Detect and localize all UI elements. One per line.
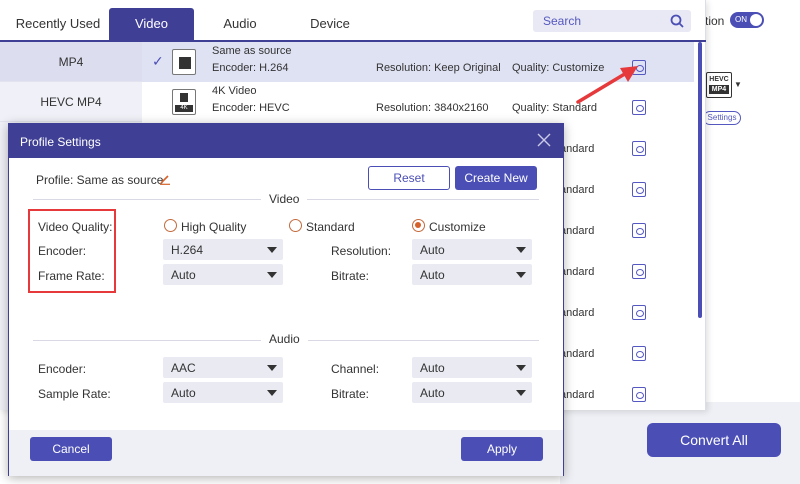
settings-button[interactable]: Settings bbox=[703, 111, 741, 125]
output-format-bottom: MP4 bbox=[709, 85, 729, 94]
profile-scrollbar[interactable] bbox=[698, 42, 702, 318]
4k-video-icon: 4K bbox=[172, 89, 196, 115]
chevron-down-icon bbox=[516, 390, 526, 396]
video-encoder-select[interactable]: H.264 bbox=[163, 239, 283, 260]
profile-name-label: Profile: Same as source bbox=[36, 173, 164, 187]
dialog-header: Profile Settings bbox=[9, 124, 563, 158]
format-item-hevc-mp4[interactable]: HEVC MP4 bbox=[0, 82, 142, 122]
profile-settings-icon[interactable] bbox=[632, 387, 646, 402]
chevron-down-icon bbox=[267, 272, 277, 278]
profile-settings-icon[interactable] bbox=[632, 346, 646, 361]
chevron-down-icon bbox=[516, 272, 526, 278]
toggle-label: tion bbox=[705, 14, 725, 28]
check-icon: ✓ bbox=[152, 53, 164, 69]
profile-settings-icon[interactable] bbox=[632, 223, 646, 238]
radio-high-quality[interactable] bbox=[164, 219, 177, 232]
channel-select[interactable]: Auto bbox=[412, 357, 532, 378]
profile-name: Same as source bbox=[212, 45, 292, 57]
resolution-label: Resolution: bbox=[331, 244, 392, 258]
profile-resolution: Resolution: 3840x2160 bbox=[376, 102, 489, 114]
format-dropdown-icon[interactable]: ▼ bbox=[734, 80, 742, 89]
chevron-down-icon bbox=[267, 247, 277, 253]
profile-encoder: Encoder: HEVC bbox=[212, 102, 290, 114]
channel-label: Channel: bbox=[331, 362, 380, 376]
convert-all-button[interactable]: Convert All bbox=[647, 423, 781, 457]
dialog-title: Profile Settings bbox=[20, 135, 101, 149]
audio-bitrate-label: Bitrate: bbox=[331, 387, 370, 401]
frame-rate-select[interactable]: Auto bbox=[163, 264, 283, 285]
annotation-arrow-icon bbox=[576, 66, 638, 104]
audio-bitrate-select[interactable]: Auto bbox=[412, 382, 532, 403]
audio-encoder-value: AAC bbox=[171, 361, 196, 375]
profile-encoder: Encoder: H.264 bbox=[212, 62, 289, 74]
sample-rate-select[interactable]: Auto bbox=[163, 382, 283, 403]
radio-standard-label[interactable]: Standard bbox=[306, 220, 355, 234]
audio-encoder-select[interactable]: AAC bbox=[163, 357, 283, 378]
create-new-button[interactable]: Create New bbox=[455, 166, 537, 190]
profile-settings-icon[interactable] bbox=[632, 182, 646, 197]
cancel-button[interactable]: Cancel bbox=[30, 437, 112, 461]
sample-rate-label: Sample Rate: bbox=[38, 387, 111, 401]
chevron-down-icon bbox=[516, 365, 526, 371]
output-format-icon[interactable]: HEVC MP4 bbox=[706, 72, 732, 98]
radio-customize[interactable] bbox=[412, 219, 425, 232]
video-bitrate-label: Bitrate: bbox=[331, 269, 370, 283]
resolution-value: Auto bbox=[420, 243, 445, 257]
pencil-icon[interactable] bbox=[159, 173, 171, 185]
format-item-mp4[interactable]: MP4 bbox=[0, 42, 142, 82]
video-file-icon bbox=[172, 49, 196, 75]
output-format-top: HEVC bbox=[709, 76, 729, 83]
tab-audio[interactable]: Audio bbox=[200, 8, 280, 40]
sample-rate-value: Auto bbox=[171, 386, 196, 400]
channel-value: Auto bbox=[420, 361, 445, 375]
radio-customize-label[interactable]: Customize bbox=[429, 220, 486, 234]
profile-name: 4K Video bbox=[212, 85, 257, 97]
profile-settings-icon[interactable] bbox=[632, 141, 646, 156]
toggle-state: ON bbox=[735, 15, 747, 24]
tab-recently-used[interactable]: Recently Used bbox=[8, 8, 108, 40]
radio-standard[interactable] bbox=[289, 219, 302, 232]
audio-bitrate-value: Auto bbox=[420, 386, 445, 400]
4k-label: 4K bbox=[175, 105, 193, 112]
on-off-toggle[interactable]: ON bbox=[730, 12, 764, 28]
highlight-annotation bbox=[28, 209, 116, 293]
search-input[interactable]: Search bbox=[533, 10, 691, 32]
video-bitrate-select[interactable]: Auto bbox=[412, 264, 532, 285]
audio-section-title: Audio bbox=[261, 332, 308, 346]
profile-resolution: Resolution: Keep Original bbox=[376, 62, 501, 74]
profile-settings-icon[interactable] bbox=[632, 264, 646, 279]
audio-encoder-label: Encoder: bbox=[38, 362, 87, 376]
resolution-select[interactable]: Auto bbox=[412, 239, 532, 260]
search-icon[interactable] bbox=[670, 14, 684, 28]
radio-high-quality-label[interactable]: High Quality bbox=[181, 220, 246, 234]
search-placeholder: Search bbox=[543, 14, 582, 28]
profile-settings-dialog: Profile Settings Profile: Same as source… bbox=[8, 123, 564, 476]
frame-rate-value: Auto bbox=[171, 268, 196, 282]
tab-video[interactable]: Video bbox=[109, 8, 194, 40]
chevron-down-icon bbox=[267, 365, 277, 371]
profile-settings-icon[interactable] bbox=[632, 305, 646, 320]
video-bitrate-value: Auto bbox=[420, 268, 445, 282]
chevron-down-icon bbox=[267, 390, 277, 396]
close-icon[interactable] bbox=[537, 133, 551, 147]
apply-button[interactable]: Apply bbox=[461, 437, 543, 461]
video-encoder-value: H.264 bbox=[171, 243, 204, 257]
video-section-title: Video bbox=[261, 192, 308, 206]
reset-button[interactable]: Reset bbox=[368, 166, 450, 190]
tab-device[interactable]: Device bbox=[290, 8, 370, 40]
chevron-down-icon bbox=[516, 247, 526, 253]
